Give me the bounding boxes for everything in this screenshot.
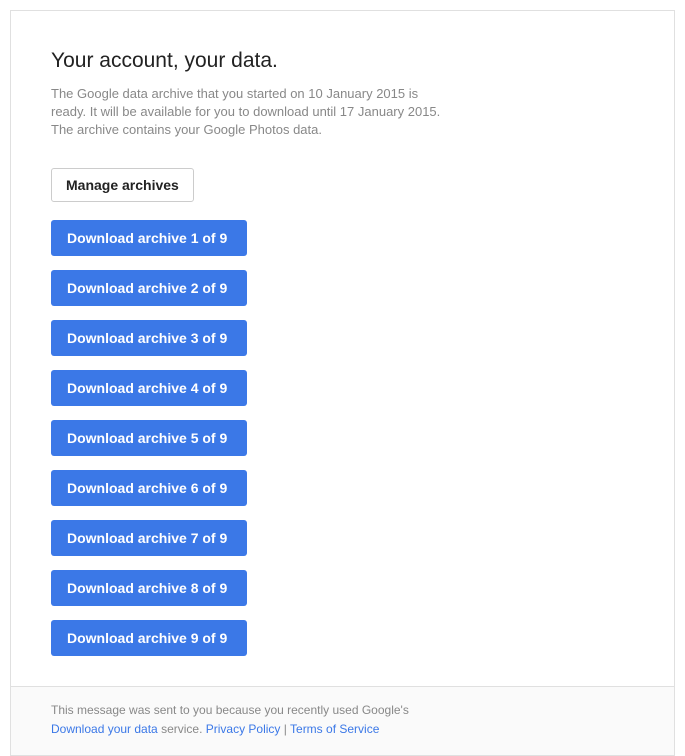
download-your-data-link[interactable]: Download your data (51, 722, 158, 736)
manage-archives-button[interactable]: Manage archives (51, 168, 194, 202)
download-archive-button[interactable]: Download archive 4 of 9 (51, 370, 247, 406)
footer-separator: | (280, 722, 290, 736)
download-archive-button[interactable]: Download archive 6 of 9 (51, 470, 247, 506)
download-archive-button[interactable]: Download archive 2 of 9 (51, 270, 247, 306)
download-archive-button[interactable]: Download archive 9 of 9 (51, 620, 247, 656)
privacy-policy-link[interactable]: Privacy Policy (206, 722, 281, 736)
card-content: Your account, your data. The Google data… (11, 11, 674, 686)
description-text: The Google data archive that you started… (51, 85, 451, 140)
download-archive-button[interactable]: Download archive 7 of 9 (51, 520, 247, 556)
notification-card: Your account, your data. The Google data… (10, 10, 675, 756)
page-title: Your account, your data. (51, 49, 634, 73)
download-archive-button[interactable]: Download archive 1 of 9 (51, 220, 247, 256)
download-button-list: Download archive 1 of 9 Download archive… (51, 220, 634, 656)
footer-service-text: service. (158, 722, 206, 736)
footer-text-prefix: This message was sent to you because you… (51, 703, 409, 717)
terms-of-service-link[interactable]: Terms of Service (290, 722, 379, 736)
download-archive-button[interactable]: Download archive 3 of 9 (51, 320, 247, 356)
download-archive-button[interactable]: Download archive 5 of 9 (51, 420, 247, 456)
download-archive-button[interactable]: Download archive 8 of 9 (51, 570, 247, 606)
